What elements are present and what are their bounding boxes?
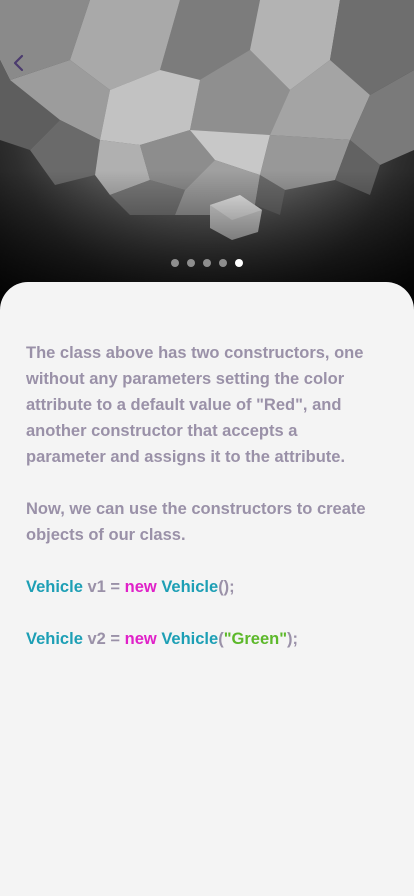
hero-image xyxy=(0,0,414,310)
chevron-left-icon xyxy=(13,54,24,72)
code-args: (); xyxy=(218,578,235,596)
content-card: The class above has two constructors, on… xyxy=(0,282,414,896)
code-variable: v1 = xyxy=(82,578,125,596)
page-dot-3[interactable] xyxy=(203,259,211,267)
code-constructor: Vehicle xyxy=(161,630,219,648)
code-type: Vehicle xyxy=(26,630,83,648)
page-dot-4[interactable] xyxy=(219,259,227,267)
code-type: Vehicle xyxy=(26,578,83,596)
code-close-paren: ); xyxy=(287,630,299,648)
lesson-content: The class above has two constructors, on… xyxy=(26,340,378,678)
code-string: "Green" xyxy=(223,630,288,648)
page-dot-2[interactable] xyxy=(187,259,195,267)
page-indicator xyxy=(0,259,414,267)
code-constructor: Vehicle xyxy=(161,578,219,596)
page-dot-1[interactable] xyxy=(171,259,179,267)
code-line-2: Vehicle v2 = new Vehicle("Green"); xyxy=(26,626,378,652)
page-dot-5-active[interactable] xyxy=(235,259,243,267)
paragraph-constructors: The class above has two constructors, on… xyxy=(26,344,364,466)
code-keyword: new xyxy=(124,578,157,596)
back-button[interactable] xyxy=(12,54,38,82)
paragraph-usage: Now, we can use the constructors to crea… xyxy=(26,500,366,544)
code-line-1: Vehicle v1 = new Vehicle(); xyxy=(26,574,378,600)
code-variable: v2 = xyxy=(82,630,125,648)
code-keyword: new xyxy=(124,630,157,648)
